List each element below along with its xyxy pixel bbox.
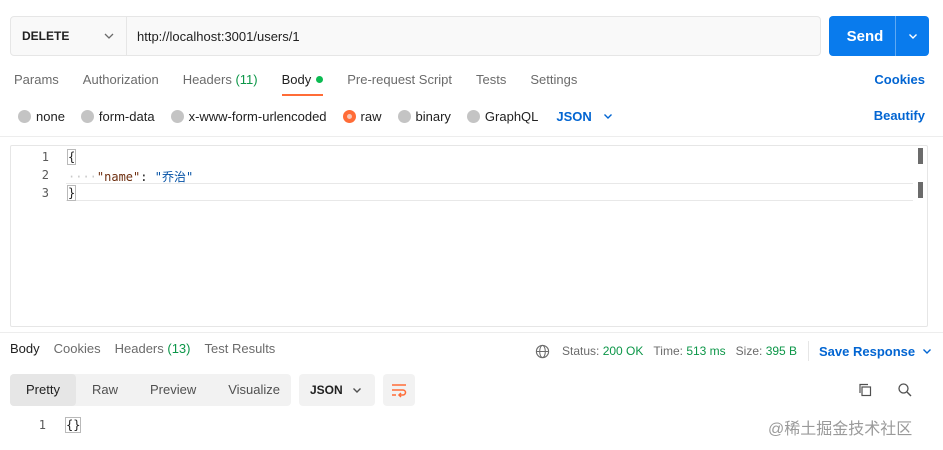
- language-select[interactable]: JSON: [556, 109, 613, 124]
- response-format-select[interactable]: JSON: [299, 374, 375, 406]
- radio-form-data[interactable]: form-data: [80, 109, 155, 124]
- radio-binary[interactable]: binary: [397, 109, 451, 124]
- json-value: "乔治": [154, 170, 194, 184]
- current-line-highlight: [66, 183, 913, 201]
- status-value: 200 OK: [602, 344, 644, 358]
- tab-pre-request-script[interactable]: Pre-request Script: [347, 70, 452, 94]
- search-button[interactable]: [894, 379, 916, 401]
- headers-count: (11): [235, 72, 258, 87]
- scrollbar-marker[interactable]: [918, 182, 923, 198]
- indent-guide: ····: [68, 170, 97, 184]
- size-value: 395 B: [765, 344, 798, 358]
- radio-none[interactable]: none: [18, 109, 65, 124]
- line-number: 3: [41, 186, 49, 200]
- url-input[interactable]: [127, 17, 820, 55]
- radio-circle-selected: [342, 109, 356, 123]
- view-preview[interactable]: Preview: [134, 374, 212, 406]
- tab-settings[interactable]: Settings: [530, 70, 577, 94]
- response-view-switcher: Pretty Raw Preview Visualize: [10, 374, 291, 406]
- response-status-area: Status: 200 OK Time: 513 ms Size: 395 B: [535, 341, 797, 361]
- view-pretty[interactable]: Pretty: [10, 374, 76, 406]
- copy-button[interactable]: [854, 379, 876, 401]
- divider: [0, 332, 943, 333]
- radio-circle: [397, 109, 411, 123]
- response-tab-body[interactable]: Body: [10, 341, 40, 361]
- radio-graphql[interactable]: GraphQL: [466, 109, 538, 124]
- body-type-radios: none form-data x-www-form-urlencoded raw…: [18, 107, 614, 125]
- close-brace: }: [66, 185, 77, 201]
- tab-params[interactable]: Params: [14, 70, 59, 94]
- wrap-lines-button[interactable]: [383, 374, 415, 406]
- code-line-1: {: [66, 149, 77, 165]
- beautify-link[interactable]: Beautify: [874, 108, 925, 123]
- radio-circle: [466, 109, 480, 123]
- tab-authorization[interactable]: Authorization: [83, 70, 159, 94]
- response-body-text[interactable]: {}: [64, 417, 82, 433]
- globe-icon[interactable]: [535, 344, 550, 359]
- radio-circle: [170, 109, 184, 123]
- method-select[interactable]: DELETE: [11, 17, 127, 55]
- radio-raw[interactable]: raw: [342, 109, 382, 124]
- copy-icon: [859, 383, 872, 397]
- chevron-down-icon: [603, 114, 612, 119]
- body-editor[interactable]: 1 2 3 { ····"name": "乔治" }: [10, 145, 928, 327]
- code-line-3: }: [66, 185, 77, 201]
- tab-tests[interactable]: Tests: [476, 70, 506, 94]
- response-tabs: Body Cookies Headers (13) Test Results: [10, 341, 289, 361]
- send-button[interactable]: Send: [829, 16, 895, 56]
- line-number: 1: [41, 150, 49, 164]
- time-label: Time:: [653, 344, 683, 358]
- response-line-number: 1: [38, 418, 46, 432]
- view-raw[interactable]: Raw: [76, 374, 134, 406]
- view-visualize[interactable]: Visualize: [212, 374, 296, 406]
- tab-body[interactable]: Body: [281, 70, 324, 96]
- code-line-2: ····"name": "乔治": [68, 168, 193, 185]
- wrap-lines-icon: [392, 384, 407, 398]
- chevron-down-icon: [923, 349, 932, 354]
- tab-headers[interactable]: Headers (11): [183, 70, 258, 94]
- time-value: 513 ms: [686, 344, 726, 358]
- radio-circle: [18, 109, 31, 123]
- response-tab-cookies[interactable]: Cookies: [54, 341, 101, 361]
- scrollbar-marker[interactable]: [918, 148, 923, 164]
- body-indicator-dot: [316, 76, 324, 83]
- request-tabs: Params Authorization Headers (11) Body P…: [14, 70, 601, 96]
- chevron-down-icon: [104, 33, 114, 39]
- send-group: Send: [829, 16, 929, 56]
- method-label: DELETE: [22, 29, 70, 43]
- save-response-button[interactable]: Save Response: [808, 341, 933, 361]
- cookies-link[interactable]: Cookies: [874, 72, 925, 87]
- divider: [0, 136, 943, 137]
- line-number: 2: [41, 168, 49, 182]
- request-bar: DELETE: [10, 16, 821, 56]
- radio-circle: [80, 109, 94, 123]
- json-colon: :: [140, 170, 155, 184]
- watermark: @稀土掘金技术社区: [768, 421, 913, 438]
- response-tab-test-results[interactable]: Test Results: [205, 341, 276, 361]
- response-tab-headers[interactable]: Headers (13): [115, 341, 191, 361]
- chevron-down-icon: [353, 388, 361, 393]
- send-options-button[interactable]: [895, 16, 929, 56]
- open-brace: {: [66, 149, 77, 165]
- status-label: Status:: [562, 344, 600, 358]
- response-headers-count: (13): [167, 341, 191, 356]
- size-label: Size:: [735, 344, 763, 358]
- radio-urlencoded[interactable]: x-www-form-urlencoded: [170, 109, 327, 124]
- search-icon: [898, 383, 912, 397]
- json-key: "name": [96, 170, 141, 184]
- chevron-down-icon: [908, 34, 917, 39]
